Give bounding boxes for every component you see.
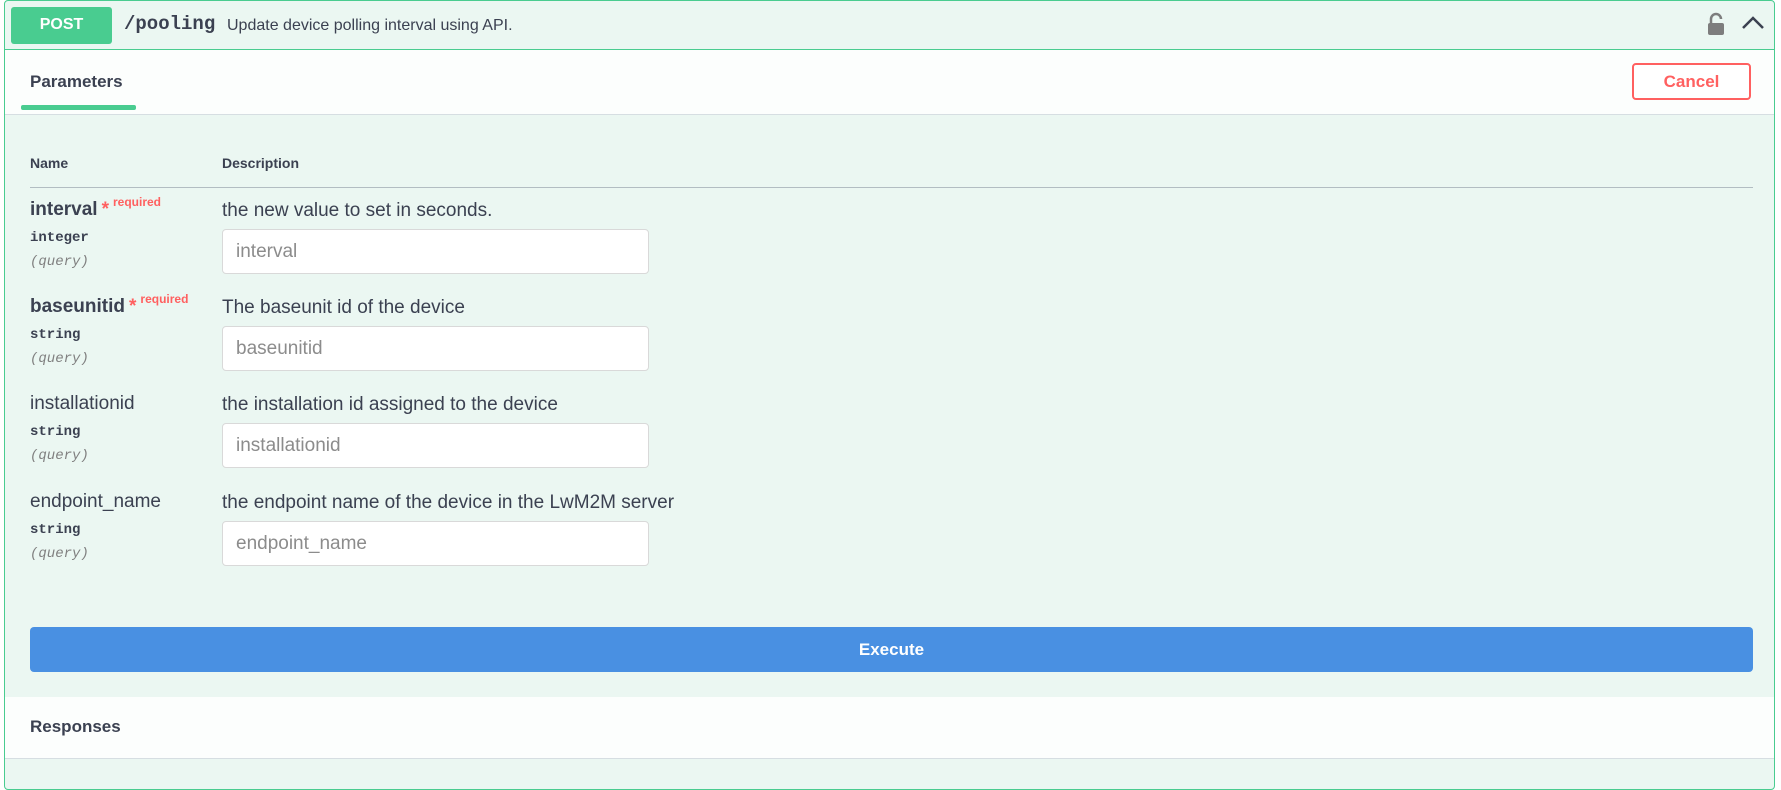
param-type: string <box>30 424 81 440</box>
baseunitid-input[interactable] <box>222 326 649 371</box>
tab-active-indicator <box>21 105 136 110</box>
operation-block: POST /pooling Update device polling inte… <box>4 0 1775 790</box>
required-label: required <box>140 292 189 306</box>
param-type: string <box>30 327 81 343</box>
chevron-up-icon[interactable] <box>1741 14 1765 35</box>
responses-title: Responses <box>30 717 121 736</box>
interval-input[interactable] <box>222 229 649 274</box>
lock-icon[interactable] <box>1706 12 1726 41</box>
installationid-input[interactable] <box>222 423 649 468</box>
cancel-button[interactable]: Cancel <box>1632 63 1751 100</box>
param-row-interval: interval * required integer (query) the ne… <box>30 195 1730 295</box>
param-description: The baseunit id of the device <box>222 297 465 318</box>
param-name: baseunitid * required <box>30 292 189 317</box>
column-header-name: Name <box>30 155 69 171</box>
endpoint-name-input[interactable] <box>222 521 649 566</box>
required-star: * <box>101 199 109 220</box>
param-type: integer <box>30 230 89 246</box>
param-description: the new value to set in seconds. <box>222 200 493 221</box>
param-row-installationid: installationid string (query) the instal… <box>30 393 1730 489</box>
param-name: installationid <box>30 393 135 414</box>
param-location: (query) <box>30 448 89 464</box>
execute-button[interactable]: Execute <box>30 627 1753 672</box>
tab-parameters[interactable]: Parameters <box>30 72 123 92</box>
param-type: string <box>30 522 81 538</box>
required-star: * <box>129 296 137 317</box>
param-location: (query) <box>30 254 89 270</box>
parameters-header: Parameters Cancel <box>5 50 1774 115</box>
param-row-baseunitid: baseunitid * required string (query) The b… <box>30 292 1730 392</box>
method-badge: POST <box>11 7 112 44</box>
required-label: required <box>113 195 162 209</box>
param-name: interval * required <box>30 195 162 220</box>
responses-header: Responses <box>5 697 1774 759</box>
param-description: the endpoint name of the device in the L… <box>222 492 675 513</box>
column-header-description: Description <box>222 155 300 171</box>
header-divider <box>30 187 1753 188</box>
param-location: (query) <box>30 351 89 367</box>
endpoint-path: /pooling <box>124 13 216 35</box>
operation-summary[interactable]: POST /pooling Update device polling inte… <box>5 1 1774 50</box>
param-location: (query) <box>30 546 89 562</box>
param-description: the installation id assigned to the devi… <box>222 394 558 415</box>
param-row-endpoint-name: endpoint_name string (query) the endpoin… <box>30 491 1730 587</box>
operation-description: Update device polling interval using API… <box>227 17 513 34</box>
param-name: endpoint_name <box>30 491 161 512</box>
